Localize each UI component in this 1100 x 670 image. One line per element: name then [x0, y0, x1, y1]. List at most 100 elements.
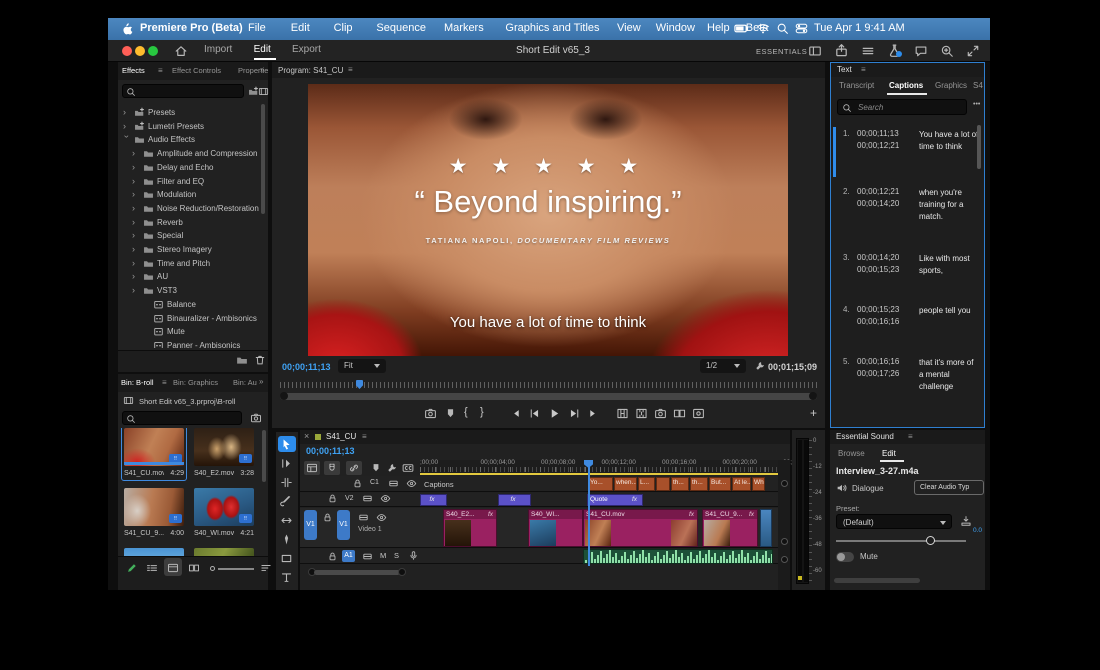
wifi-icon[interactable] [756, 21, 770, 35]
a1-mute-button[interactable]: M [380, 551, 390, 562]
program-scrollbar-track[interactable] [280, 393, 817, 400]
bin-clip-thumbnail[interactable] [194, 548, 254, 556]
control-center-icon[interactable] [795, 22, 808, 35]
effects-tree-item[interactable]: ›Stereo Imagery [118, 243, 268, 256]
effects-tree-item[interactable]: Binauralizer - Ambisonics [118, 312, 268, 325]
menubar-menu-view[interactable]: View [617, 22, 641, 34]
panel-menu-icon[interactable]: ≡ [158, 66, 166, 74]
timeline-timecode[interactable]: 00;00;11;13 [306, 446, 355, 456]
caption-clip[interactable]: But... [709, 477, 731, 491]
effects-tree-item[interactable]: ›Filter and EQ [118, 175, 268, 188]
menubar-menu-edit[interactable]: Edit [291, 22, 310, 34]
captions-track-lock-icon[interactable] [352, 478, 363, 489]
comparison-view-icon[interactable] [673, 407, 686, 420]
writable-pencil-icon[interactable] [126, 562, 138, 574]
caption-row-text[interactable]: when you're training for a match. [919, 187, 979, 237]
video-clip[interactable]: S40_E2...fx [443, 509, 497, 547]
beta-feedback-flask-icon[interactable] [887, 43, 902, 58]
tree-chevron-icon[interactable]: › [122, 135, 132, 143]
tab-bin-b-roll[interactable]: Bin: B-roll [121, 378, 154, 387]
captions-overflow-menu[interactable]: ••• [973, 101, 985, 113]
tree-chevron-icon[interactable]: › [132, 148, 140, 158]
tab-graphics[interactable]: Graphics [935, 81, 967, 90]
export-frame-search-icon[interactable] [424, 407, 437, 420]
effects-tree-item[interactable]: ›Modulation [118, 188, 268, 201]
caption-row-out-timecode[interactable]: 00;00;14;20 [857, 199, 899, 208]
tab-bin-au[interactable]: Bin: Au [233, 378, 257, 387]
header-nav-edit[interactable]: Edit [254, 44, 271, 55]
timeline-settings-wrench-icon[interactable] [386, 462, 398, 474]
v1-source-patch[interactable]: V1 [304, 510, 317, 540]
save-preset-download-icon[interactable] [960, 515, 972, 527]
thumb-zoom-slider-track[interactable] [218, 568, 254, 570]
bin-clip-thumbnail[interactable]: ⠿ [124, 428, 184, 466]
slip-tool-icon[interactable] [280, 514, 293, 527]
fullscreen-icon[interactable] [966, 44, 980, 58]
bin-clip[interactable]: ⠿S41_CU_9...4:00 [124, 488, 186, 546]
bin-clip-thumbnail[interactable]: ⠿ [194, 488, 254, 526]
tree-chevron-icon[interactable]: › [132, 162, 140, 172]
panel-menu-icon[interactable]: ≡ [362, 432, 370, 440]
caption-row-in-timecode[interactable]: 00;00;14;20 [857, 253, 899, 262]
video-clip[interactable]: S41_CU.movfx [583, 509, 698, 547]
effects-tree-item[interactable]: Balance [118, 298, 268, 311]
a1-track-patch[interactable]: A1 [342, 550, 355, 562]
effects-tree-item[interactable]: ›Audio Effects [118, 133, 268, 146]
selection-tool-icon[interactable] [280, 438, 293, 451]
extract-icon[interactable] [635, 407, 648, 420]
timeline-vscroll-knob[interactable] [781, 538, 788, 545]
caption-row[interactable]: 4.00;00;15;2300;00;16;16people tell you [831, 303, 981, 357]
preset-select[interactable]: (Default) [836, 514, 952, 529]
search-zoom-icon[interactable] [940, 44, 954, 58]
caption-clip[interactable]: Wh... [752, 477, 765, 491]
menubar-menu-file[interactable]: File [248, 22, 266, 34]
caption-row-in-timecode[interactable]: 00;00;15;23 [857, 305, 899, 314]
pen-tool-icon[interactable] [280, 533, 293, 546]
timeline-playhead-line[interactable] [588, 466, 590, 566]
caption-row-text[interactable]: that it's more of a mental challenge [919, 357, 979, 407]
header-nav-export[interactable]: Export [292, 44, 321, 55]
menubar-menu-graphics-and-titles[interactable]: Graphics and Titles [505, 22, 599, 34]
tree-chevron-icon[interactable]: › [132, 271, 140, 281]
intensity-slider-handle[interactable] [926, 536, 935, 545]
list-view-icon[interactable] [146, 562, 158, 574]
caption-row[interactable]: 2.00;00;12;2100;00;14;20when you're trai… [831, 185, 981, 239]
tree-chevron-icon[interactable]: › [132, 258, 140, 268]
intensity-slider-track[interactable] [836, 540, 966, 542]
caption-row[interactable]: 3.00;00;14;2000;00;15;23Like with most s… [831, 251, 981, 305]
apple-icon[interactable] [120, 22, 133, 35]
bin-breadcrumb[interactable]: Short Edit v65_3.prproj\B-roll [139, 397, 264, 406]
v2-track-label[interactable]: V2 [345, 495, 354, 502]
export-frame-icon[interactable] [654, 407, 667, 420]
effects-tree-item[interactable]: ›VST3 [118, 284, 268, 297]
caption-row-out-timecode[interactable]: 00;00;16;16 [857, 317, 899, 326]
workspace-label[interactable]: ESSENTIALS [756, 47, 807, 56]
bin-clip[interactable]: ⠿S40_WI.mov4:21 [194, 488, 256, 546]
clip-scrubber-bar[interactable] [124, 462, 184, 465]
tab-effect-controls[interactable]: Effect Controls [172, 66, 221, 75]
effects-tree-item[interactable]: ›Delay and Echo [118, 161, 268, 174]
captions-cc-icon[interactable] [402, 462, 414, 474]
bin-clip[interactable]: ⠿S41_CU.mov4:29 [124, 428, 186, 486]
timeline-tab-title[interactable]: S41_CU [326, 432, 356, 441]
effects-tree-item[interactable]: ›Amplitude and Compression [118, 147, 268, 160]
essential-sound-title[interactable]: Essential Sound [836, 432, 894, 441]
a1-solo-button[interactable]: S [394, 551, 404, 562]
mark-in-icon[interactable]: { [464, 406, 474, 420]
caption-row-text[interactable]: people tell you [919, 305, 979, 355]
thumb-zoom-slider-dot[interactable] [210, 566, 215, 571]
add-marker-icon[interactable] [444, 407, 457, 420]
caption-clip[interactable]: th... [690, 477, 708, 491]
panel-menu-icon[interactable]: ≡ [908, 432, 916, 440]
graphic-clip[interactable]: Quotefx [587, 494, 643, 506]
audio-clip[interactable] [583, 549, 773, 564]
effects-tree-item[interactable]: ›Time and Pitch [118, 257, 268, 270]
menubar-menu-sequence[interactable]: Sequence [376, 22, 426, 34]
grid-view-icon[interactable] [167, 562, 179, 574]
timeline-tab-close-icon[interactable]: × [304, 431, 312, 441]
text-panel-title[interactable]: Text [837, 65, 852, 74]
step-back-icon[interactable] [528, 407, 541, 420]
captions-scrollbar[interactable] [977, 125, 981, 169]
header-nav-import[interactable]: Import [204, 44, 232, 55]
goto-in-icon[interactable] [508, 407, 521, 420]
